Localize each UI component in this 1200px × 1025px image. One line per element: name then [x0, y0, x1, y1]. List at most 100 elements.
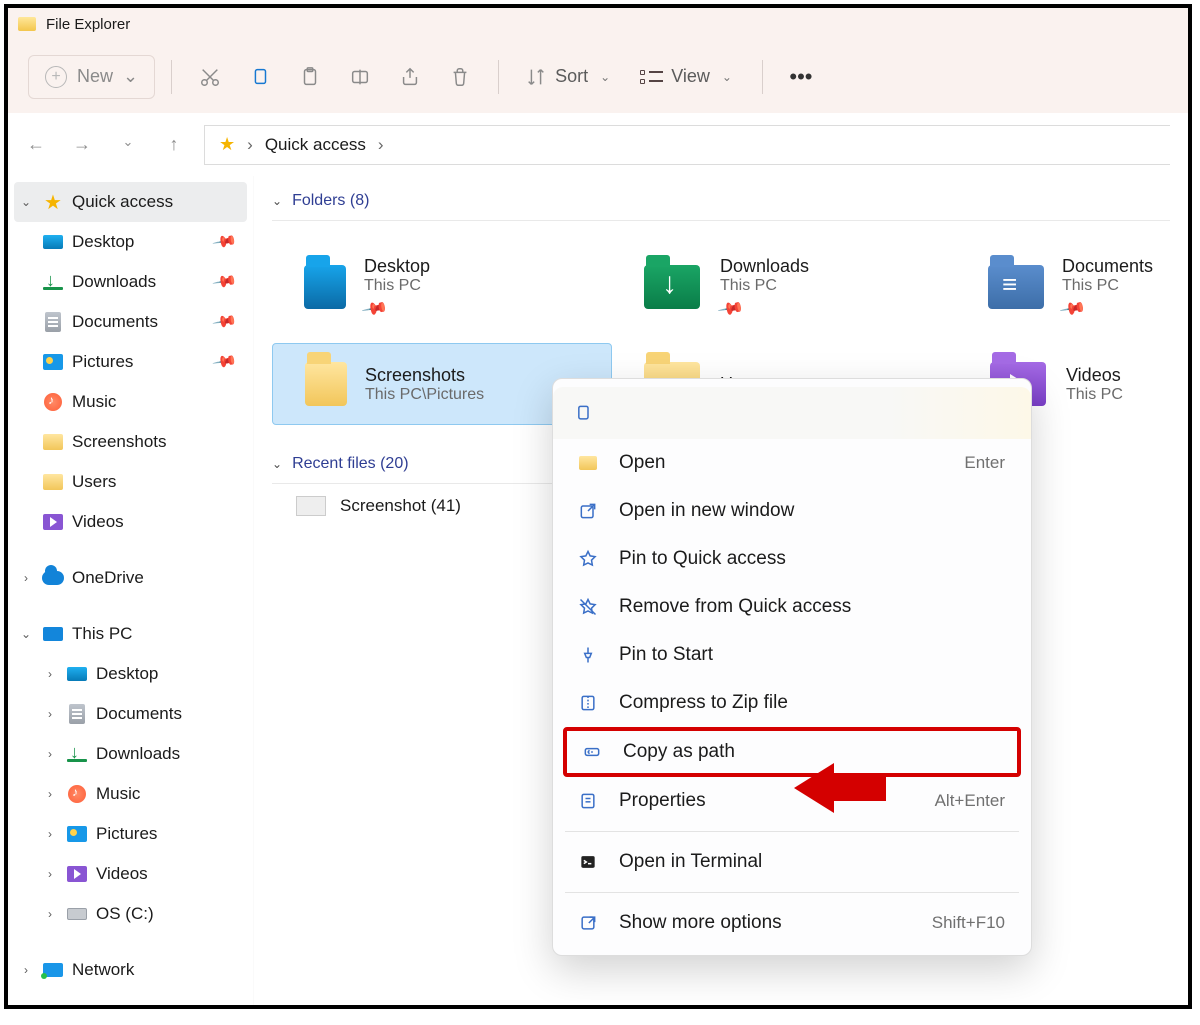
- tree-network[interactable]: ›Network: [8, 950, 253, 990]
- ctx-remove-quick-access[interactable]: Remove from Quick access: [553, 583, 1031, 631]
- app-icon: [18, 17, 36, 31]
- more-button[interactable]: •••: [779, 55, 823, 99]
- tree-label: Screenshots: [72, 432, 167, 452]
- copy-icon[interactable]: [573, 401, 593, 425]
- recent-section-header[interactable]: ⌄ Recent files (20): [272, 447, 552, 484]
- ctx-show-more-options[interactable]: Show more options Shift+F10: [553, 899, 1031, 947]
- tree-item-pc-pictures[interactable]: ›Pictures: [8, 814, 253, 854]
- tree-item-users[interactable]: Users: [8, 462, 253, 502]
- video-icon: [67, 866, 87, 882]
- folders-section-header[interactable]: ⌄ Folders (8): [272, 184, 1170, 221]
- chevron-right-icon[interactable]: ›: [42, 667, 58, 681]
- annotation-highlight-box: Copy as path: [563, 727, 1021, 777]
- recent-file-name: Screenshot (41): [340, 496, 461, 516]
- sort-button[interactable]: Sort ⌄: [515, 55, 624, 99]
- copy-button[interactable]: [238, 55, 282, 99]
- pin-icon: 📌: [211, 228, 239, 256]
- folder-icon: [988, 265, 1044, 309]
- ctx-open[interactable]: Open Enter: [553, 439, 1031, 487]
- tile-title: Documents: [1062, 256, 1153, 277]
- tree-item-videos[interactable]: Videos: [8, 502, 253, 542]
- folder-tile-downloads[interactable]: DownloadsThis PC📌: [628, 239, 958, 335]
- tree-label: Videos: [96, 864, 148, 884]
- desktop-icon: [67, 667, 87, 681]
- breadcrumb-location[interactable]: Quick access: [265, 135, 366, 155]
- chevron-right-icon: ›: [378, 135, 384, 155]
- chevron-right-icon[interactable]: ›: [42, 787, 58, 801]
- tree-item-pc-downloads[interactable]: ›Downloads: [8, 734, 253, 774]
- ctx-pin-quick-access[interactable]: Pin to Quick access: [553, 535, 1031, 583]
- tree-label: Quick access: [72, 192, 173, 212]
- clipboard-icon: [299, 66, 321, 88]
- ctx-label: Show more options: [619, 912, 782, 934]
- paste-button[interactable]: [288, 55, 332, 99]
- tree-item-music[interactable]: Music: [8, 382, 253, 422]
- tree-item-downloads[interactable]: Downloads📌: [8, 262, 253, 302]
- folder-icon: [43, 434, 63, 450]
- folder-tile-desktop[interactable]: DesktopThis PC📌: [272, 239, 612, 335]
- tree-item-pc-os[interactable]: ›OS (C:): [8, 894, 253, 934]
- nav-forward-button[interactable]: →: [72, 134, 92, 155]
- chevron-right-icon[interactable]: ›: [42, 747, 58, 761]
- pin-icon: 📌: [716, 294, 745, 323]
- view-button[interactable]: View ⌄: [630, 55, 746, 99]
- trash-icon: [449, 66, 471, 88]
- rename-button[interactable]: [338, 55, 382, 99]
- tree-item-pc-music[interactable]: ›Music: [8, 774, 253, 814]
- tree-item-desktop[interactable]: Desktop📌: [8, 222, 253, 262]
- video-icon: [43, 514, 63, 530]
- download-icon: [43, 274, 63, 290]
- folder-icon: [305, 362, 347, 406]
- tree-item-documents[interactable]: Documents📌: [8, 302, 253, 342]
- chevron-down-icon[interactable]: ⌄: [18, 627, 34, 641]
- folder-icon: [304, 265, 346, 309]
- tree-item-pc-videos[interactable]: › Videos: [8, 854, 253, 894]
- ctx-compress-zip[interactable]: Compress to Zip file: [553, 679, 1031, 727]
- chevron-down-icon: ⌄: [272, 457, 282, 471]
- cut-button[interactable]: [188, 55, 232, 99]
- share-button[interactable]: [388, 55, 432, 99]
- chevron-right-icon[interactable]: ›: [42, 827, 58, 841]
- star-icon: ★: [42, 191, 64, 213]
- nav-recent-button[interactable]: ⌄: [118, 134, 138, 155]
- tree-label: Music: [72, 392, 116, 412]
- ctx-open-new-window[interactable]: Open in new window: [553, 487, 1031, 535]
- address-bar[interactable]: ★ › Quick access ›: [204, 125, 1170, 165]
- nav-back-button[interactable]: ←: [26, 134, 46, 155]
- nav-up-button[interactable]: ↑: [164, 134, 184, 155]
- ctx-pin-to-start[interactable]: Pin to Start: [553, 631, 1031, 679]
- toolbar-divider: [498, 60, 499, 94]
- star-icon: ★: [219, 134, 235, 155]
- tree-quick-access[interactable]: ⌄ ★ Quick access: [14, 182, 247, 222]
- delete-button[interactable]: [438, 55, 482, 99]
- tree-item-pictures[interactable]: Pictures📌: [8, 342, 253, 382]
- ctx-open-terminal[interactable]: Open in Terminal: [553, 838, 1031, 886]
- tile-sub: This PC: [1062, 277, 1153, 295]
- chevron-right-icon[interactable]: ›: [18, 571, 34, 585]
- tree-item-pc-desktop[interactable]: › Desktop: [8, 654, 253, 694]
- desktop-icon: [43, 235, 63, 249]
- tree-item-pc-documents[interactable]: ›Documents: [8, 694, 253, 734]
- ctx-label: Remove from Quick access: [619, 596, 851, 618]
- chevron-right-icon[interactable]: ›: [18, 963, 34, 977]
- view-icon: [640, 70, 663, 84]
- ctx-properties[interactable]: Properties Alt+Enter: [553, 777, 1031, 825]
- tree-item-screenshots[interactable]: Screenshots: [8, 422, 253, 462]
- new-button[interactable]: + New ⌄: [28, 55, 155, 99]
- tree-label: Videos: [72, 512, 124, 532]
- context-menu-separator: [565, 831, 1019, 832]
- chevron-right-icon[interactable]: ›: [42, 907, 58, 921]
- recent-section-label: Recent files (20): [292, 455, 409, 473]
- tree-label: Downloads: [72, 272, 156, 292]
- chevron-right-icon[interactable]: ›: [42, 867, 58, 881]
- folder-tile-documents[interactable]: DocumentsThis PC📌: [974, 239, 1164, 335]
- ctx-copy-as-path[interactable]: Copy as path: [567, 731, 1017, 773]
- tree-label: OneDrive: [72, 568, 144, 588]
- chevron-down-icon[interactable]: ⌄: [18, 195, 34, 209]
- tree-onedrive[interactable]: › OneDrive: [8, 558, 253, 598]
- ctx-label: Pin to Start: [619, 644, 713, 666]
- tree-label: Desktop: [96, 664, 158, 684]
- tree-this-pc[interactable]: ⌄This PC: [8, 614, 253, 654]
- chevron-right-icon[interactable]: ›: [42, 707, 58, 721]
- pin-icon: 📌: [211, 308, 239, 336]
